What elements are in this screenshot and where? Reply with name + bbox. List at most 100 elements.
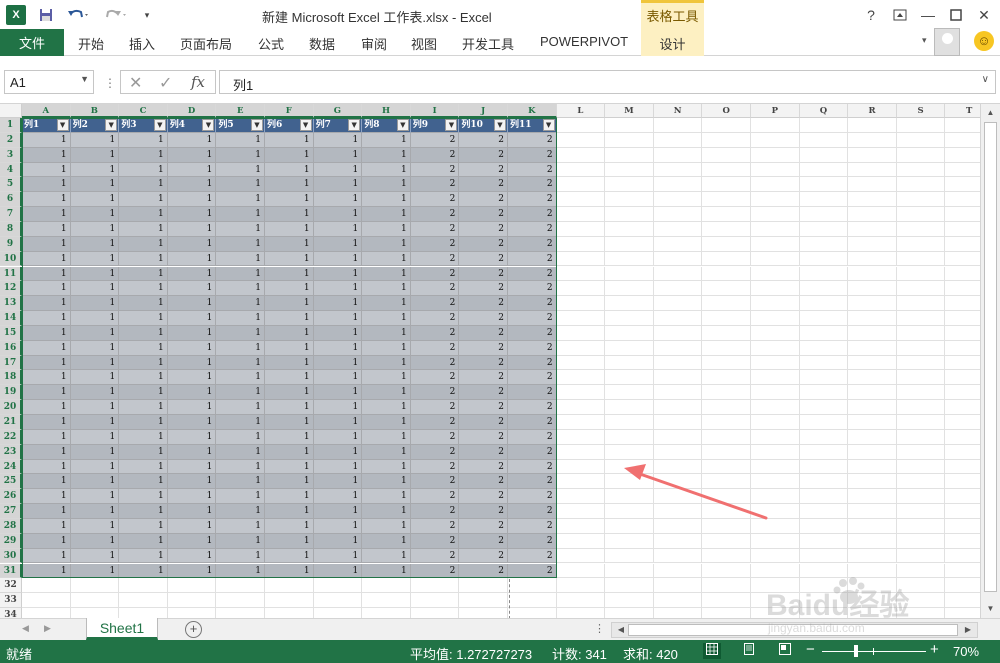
cancel-icon[interactable]: ✕ (129, 73, 142, 93)
table-data-cell[interactable]: 2 (508, 459, 557, 475)
table-data-cell[interactable]: 1 (216, 370, 265, 386)
empty-cell[interactable] (896, 296, 946, 312)
row-header-11[interactable]: 11 (0, 266, 22, 282)
table-data-cell[interactable]: 2 (459, 177, 508, 193)
scroll-right-icon[interactable]: ▶ (961, 623, 975, 637)
table-data-cell[interactable]: 1 (70, 266, 120, 282)
empty-cell[interactable] (848, 355, 897, 371)
table-data-cell[interactable]: 1 (216, 147, 265, 163)
empty-cell[interactable] (799, 118, 849, 133)
empty-cell[interactable] (605, 162, 654, 178)
empty-cell[interactable] (653, 370, 703, 386)
filter-dropdown-icon[interactable]: ▼ (153, 119, 166, 131)
empty-cell[interactable] (556, 251, 606, 267)
empty-cell[interactable] (605, 118, 654, 133)
column-header-h[interactable]: H (362, 104, 411, 118)
table-data-cell[interactable]: 1 (362, 221, 411, 237)
table-data-cell[interactable]: 2 (459, 518, 508, 534)
empty-cell[interactable] (848, 489, 897, 505)
table-data-cell[interactable]: 1 (362, 236, 411, 252)
empty-cell[interactable] (751, 192, 800, 208)
table-data-cell[interactable]: 1 (70, 236, 120, 252)
empty-cell[interactable] (556, 400, 606, 415)
empty-cell[interactable] (702, 459, 751, 475)
table-data-cell[interactable]: 1 (216, 400, 265, 415)
empty-cell[interactable] (945, 148, 980, 163)
table-data-cell[interactable]: 1 (265, 533, 314, 549)
empty-cell[interactable] (605, 518, 654, 534)
table-data-cell[interactable]: 1 (119, 504, 168, 519)
table-data-cell[interactable]: 1 (216, 325, 265, 341)
empty-cell[interactable] (896, 207, 946, 222)
table-data-cell[interactable]: 1 (265, 325, 314, 341)
table-data-cell[interactable]: 1 (119, 489, 168, 505)
empty-cell[interactable] (896, 548, 946, 564)
empty-cell[interactable] (702, 296, 751, 312)
empty-cell[interactable] (702, 608, 751, 618)
table-data-cell[interactable]: 1 (313, 429, 363, 445)
empty-cell[interactable] (702, 578, 751, 594)
row-header-24[interactable]: 24 (0, 459, 22, 475)
empty-cell[interactable] (556, 266, 606, 282)
table-data-cell[interactable]: 1 (167, 132, 217, 148)
empty-cell[interactable] (896, 489, 946, 505)
table-data-cell[interactable]: 2 (459, 415, 508, 430)
empty-cell[interactable] (702, 221, 751, 237)
empty-cell[interactable] (702, 192, 751, 208)
empty-cell[interactable] (751, 296, 800, 312)
table-data-cell[interactable]: 1 (313, 474, 363, 490)
table-data-cell[interactable]: 1 (216, 192, 265, 208)
table-data-cell[interactable]: 2 (459, 548, 508, 564)
empty-cell[interactable] (896, 578, 946, 594)
empty-cell[interactable] (556, 118, 606, 133)
empty-cell[interactable] (896, 370, 946, 386)
table-data-cell[interactable]: 1 (167, 236, 217, 252)
table-data-cell[interactable]: 1 (216, 266, 265, 282)
table-data-cell[interactable]: 1 (313, 325, 363, 341)
table-data-cell[interactable]: 1 (167, 370, 217, 386)
row-header-29[interactable]: 29 (0, 533, 22, 549)
normal-view-icon[interactable] (703, 643, 721, 659)
table-data-cell[interactable]: 1 (167, 385, 217, 401)
scroll-up-icon[interactable]: ▲ (983, 106, 998, 120)
table-data-cell[interactable]: 1 (70, 459, 120, 475)
empty-cell[interactable] (945, 133, 980, 148)
table-data-cell[interactable]: 2 (508, 340, 557, 356)
empty-cell[interactable] (362, 578, 411, 594)
empty-cell[interactable] (70, 578, 120, 594)
table-data-cell[interactable]: 2 (410, 444, 460, 460)
table-data-cell[interactable]: 2 (508, 177, 557, 193)
table-data-cell[interactable]: 1 (119, 132, 168, 148)
empty-cell[interactable] (896, 415, 946, 430)
empty-cell[interactable] (945, 222, 980, 237)
sheet-tab-active[interactable]: Sheet1 (86, 618, 158, 640)
empty-cell[interactable] (702, 177, 751, 193)
table-header-cell[interactable]: 列9 ▼ (410, 118, 460, 133)
expand-formula-bar-icon[interactable]: ∨ (982, 74, 989, 85)
row-header-8[interactable]: 8 (0, 221, 22, 237)
zoom-level[interactable]: 70% (953, 644, 979, 659)
empty-cell[interactable] (653, 340, 703, 356)
filter-dropdown-icon[interactable]: ▼ (299, 119, 312, 131)
empty-cell[interactable] (751, 370, 800, 386)
row-header-7[interactable]: 7 (0, 207, 22, 222)
table-data-cell[interactable]: 1 (119, 459, 168, 475)
table-data-cell[interactable]: 1 (216, 132, 265, 148)
empty-cell[interactable] (605, 578, 654, 594)
empty-cell[interactable] (22, 578, 71, 594)
table-data-cell[interactable]: 2 (410, 429, 460, 445)
table-data-cell[interactable]: 1 (22, 548, 71, 564)
table-data-cell[interactable]: 2 (459, 400, 508, 415)
table-data-cell[interactable]: 1 (167, 563, 217, 579)
table-data-cell[interactable]: 1 (167, 429, 217, 445)
empty-cell[interactable] (459, 593, 508, 609)
maximize-icon[interactable] (942, 4, 970, 26)
empty-cell[interactable] (653, 429, 703, 445)
table-data-cell[interactable]: 1 (216, 563, 265, 579)
table-data-cell[interactable]: 2 (508, 533, 557, 549)
horizontal-scrollbar[interactable]: ◀ ▶ (611, 622, 978, 638)
empty-cell[interactable] (848, 281, 897, 297)
row-header-2[interactable]: 2 (0, 132, 22, 148)
table-data-cell[interactable]: 1 (313, 444, 363, 460)
empty-cell[interactable] (313, 578, 363, 594)
